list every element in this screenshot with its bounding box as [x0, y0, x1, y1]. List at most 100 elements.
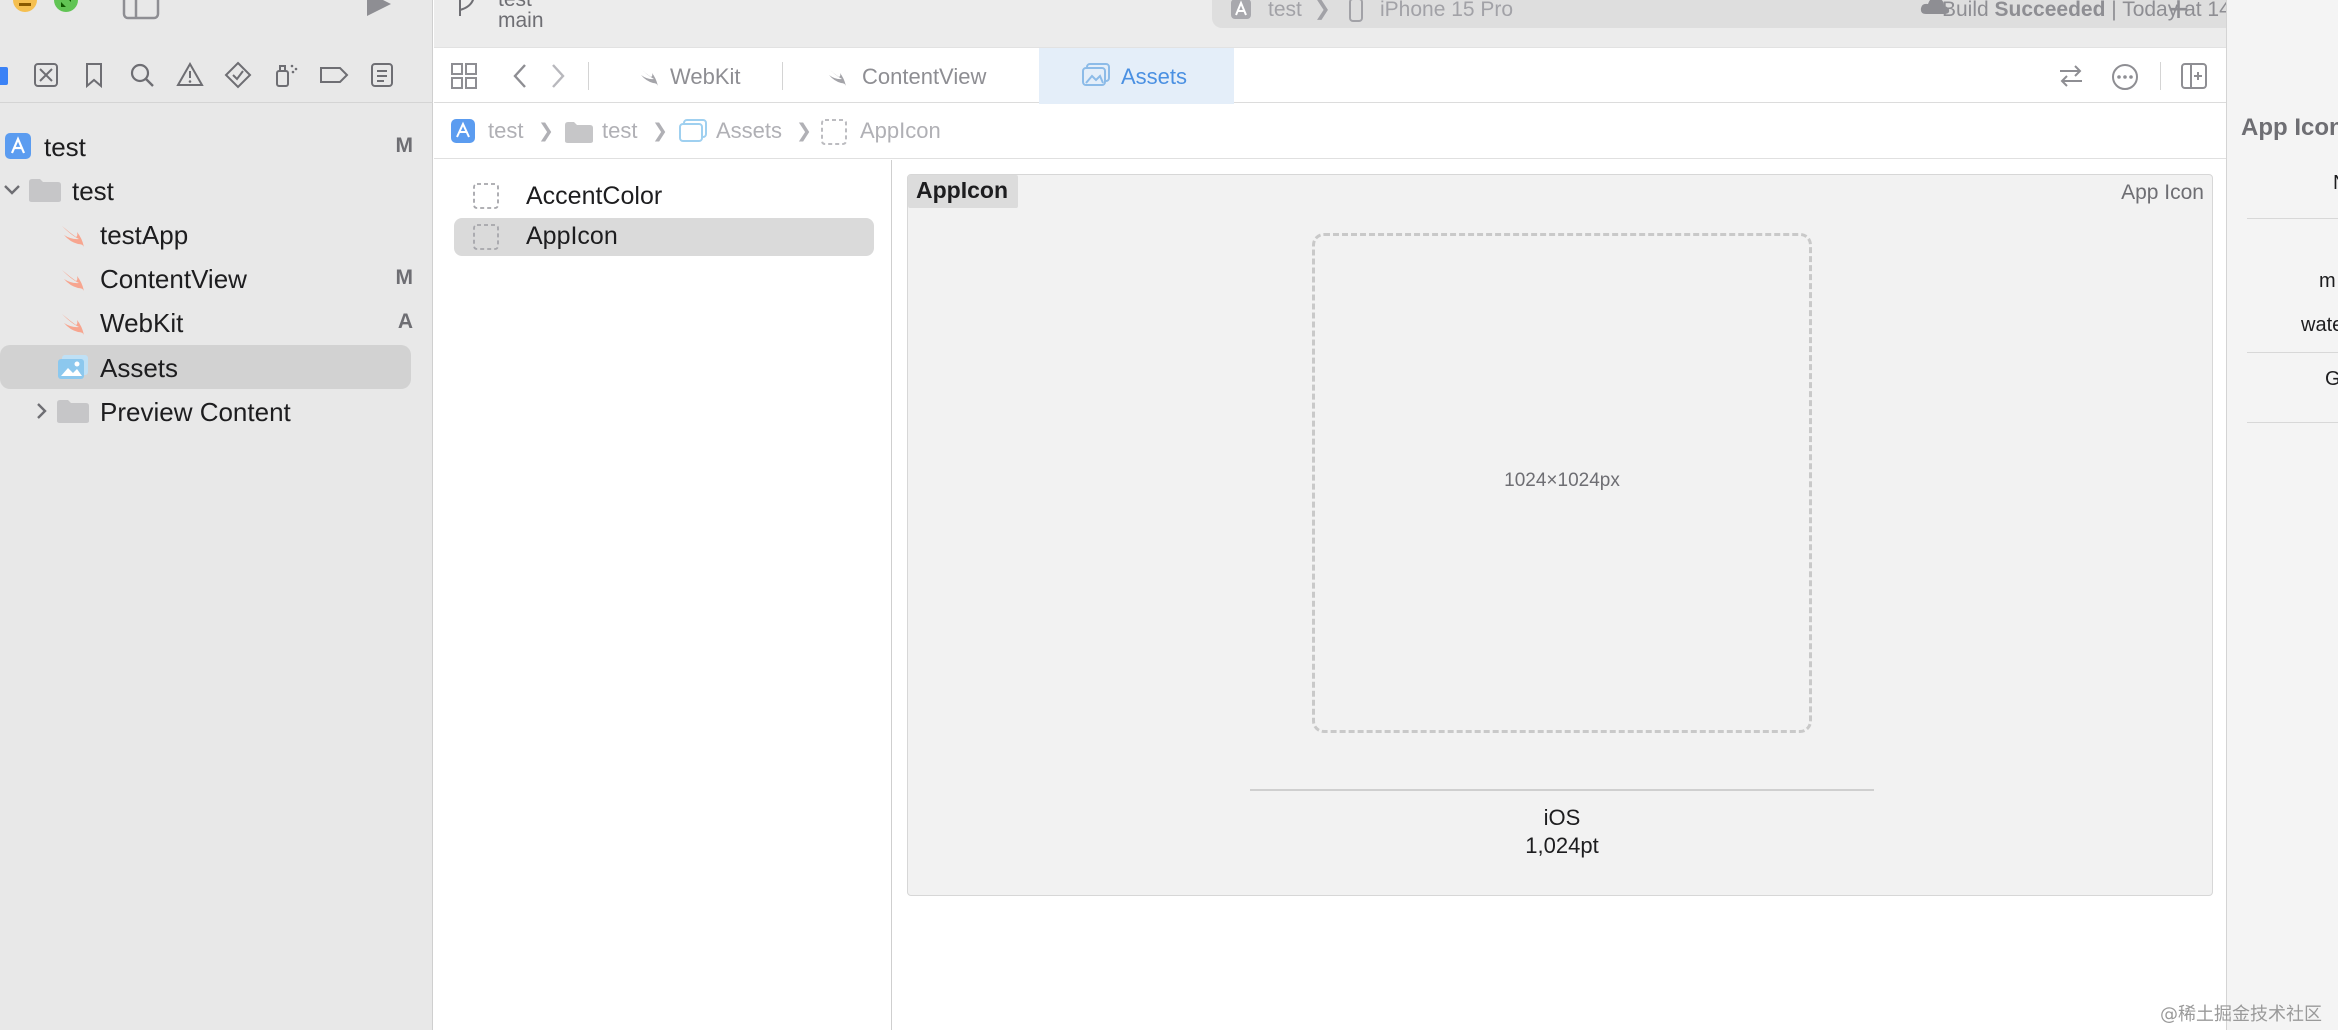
- scheme-target[interactable]: test: [1268, 0, 1302, 22]
- asset-item-label: AppIcon: [526, 222, 618, 250]
- chevron-right-icon: ❯: [652, 121, 668, 142]
- add-button[interactable]: +: [2168, 0, 2189, 30]
- tab-webkit[interactable]: WebKit: [594, 48, 784, 104]
- test-navigator-tab[interactable]: [224, 61, 252, 89]
- folder-icon: [0, 67, 8, 85]
- tree-item-folder-test[interactable]: test: [0, 168, 433, 212]
- tab-assets[interactable]: Assets: [1039, 48, 1234, 104]
- separator: [2160, 62, 2161, 90]
- swift-file-icon: [639, 67, 658, 86]
- breadcrumb: test ❯ test ❯ Assets ❯ AppIcon: [434, 104, 2226, 159]
- project-navigator: test M test testApp ContentView M WebKit…: [0, 0, 433, 1030]
- asset-catalog-icon: [1082, 63, 1110, 86]
- watermark: @稀土掘金技术社区: [2160, 1004, 2322, 1025]
- warning-icon: [176, 61, 204, 86]
- debug-navigator-tab[interactable]: [272, 61, 300, 89]
- bookmark-icon: [86, 63, 102, 89]
- appicon-placeholder-icon: [473, 224, 499, 250]
- icon-drop-slot[interactable]: 1024×1024px: [1312, 233, 1812, 733]
- icon-set-type: App Icon: [2121, 181, 2204, 204]
- grid-icon[interactable]: [450, 62, 478, 90]
- back-arrow-icon[interactable]: [510, 62, 530, 90]
- modified-badge: M: [395, 134, 414, 157]
- color-set-icon: [473, 183, 499, 209]
- tree-item-ContentView[interactable]: ContentView M: [0, 256, 433, 300]
- minimize-window-button[interactable]: [13, 0, 37, 12]
- chevron-down-icon[interactable]: [2, 180, 22, 200]
- separator: [782, 62, 783, 90]
- branch-name[interactable]: main: [498, 9, 544, 33]
- breadcrumb-assets[interactable]: Assets: [716, 118, 782, 144]
- asset-canvas: AppIcon App Icon 1024×1024px iOS 1,024pt: [892, 160, 2226, 1030]
- icon-set-panel[interactable]: AppIcon App Icon 1024×1024px iOS 1,024pt: [907, 174, 2213, 896]
- chevron-right-icon: ❯: [1314, 0, 1331, 20]
- report-navigator-tab[interactable]: [368, 61, 396, 89]
- tree-item-project-test[interactable]: test M: [0, 124, 433, 168]
- breakpoint-navigator-tab[interactable]: [318, 61, 349, 89]
- tree-item-testApp[interactable]: testApp: [0, 212, 433, 256]
- find-navigator-tab[interactable]: [128, 61, 156, 89]
- xcode-project-icon: [5, 133, 31, 159]
- xcode-project-icon: [451, 119, 475, 143]
- breadcrumb-appicon[interactable]: AppIcon: [860, 118, 941, 144]
- tree-item-label: test: [44, 132, 86, 162]
- asset-item-appicon[interactable]: AppIcon: [454, 218, 874, 256]
- separator: [588, 62, 589, 90]
- tree-item-label: ContentView: [100, 264, 247, 294]
- report-icon: [371, 63, 393, 87]
- chevron-right-icon[interactable]: [32, 401, 52, 421]
- chevron-right-icon: ❯: [538, 121, 554, 142]
- point-size-label: 1,024pt: [1525, 833, 1599, 858]
- tree-item-Preview-Content[interactable]: Preview Content: [0, 389, 433, 433]
- play-icon: [367, 0, 391, 16]
- breadcrumb-folder[interactable]: test: [602, 118, 637, 144]
- xcode-project-icon: [1231, 0, 1251, 19]
- platform-label: iOS: [1543, 805, 1581, 830]
- editor-tab-bar: WebKit ContentView Assets: [434, 47, 2226, 104]
- tab-label: WebKit: [670, 64, 741, 89]
- asset-item-accentcolor[interactable]: AccentColor: [454, 178, 874, 216]
- tree-item-label: WebKit: [100, 308, 184, 338]
- build-status: Build Succeeded | Today at 14:28: [1942, 0, 2260, 22]
- more-options-icon[interactable]: [2110, 62, 2140, 92]
- search-icon: [130, 63, 154, 87]
- run-button[interactable]: [364, 0, 394, 22]
- asset-item-label: AccentColor: [526, 182, 663, 210]
- added-badge: A: [397, 310, 413, 333]
- issue-navigator-tab[interactable]: [176, 61, 204, 89]
- tree-item-Assets[interactable]: Assets: [0, 345, 433, 389]
- tab-contentview[interactable]: ContentView: [786, 48, 996, 104]
- spray-can-icon: [276, 64, 298, 87]
- folder-icon: [57, 400, 89, 423]
- attributes-inspector: App Icon N m wate G: [2226, 0, 2338, 1030]
- icon-set-name: AppIcon: [908, 175, 1018, 208]
- breadcrumb-project[interactable]: test: [488, 118, 523, 144]
- swift-file-icon: [62, 314, 84, 335]
- inspector-field-label: m: [2319, 270, 2336, 292]
- slot-size-label: 1024×1024px: [1504, 470, 1620, 491]
- window-toolbar: test main test ❯ iPhone 15 Pro Build Suc…: [434, 0, 2316, 47]
- add-editor-split-icon[interactable]: [2180, 62, 2208, 90]
- tree-item-label: test: [72, 176, 114, 206]
- tab-label: Assets: [1121, 64, 1188, 89]
- activity-status-bar: test ❯ iPhone 15 Pro Build Succeeded | T…: [1212, 0, 2316, 28]
- minimize-icon: [19, 3, 31, 6]
- source-control-navigator-tab[interactable]: [32, 61, 60, 89]
- inspector-field-label: G: [2325, 368, 2338, 391]
- tree-item-WebKit[interactable]: WebKit A: [0, 300, 433, 344]
- slot-divider: [1250, 789, 1874, 791]
- forward-arrow-icon[interactable]: [548, 62, 568, 90]
- zoom-window-button[interactable]: [54, 0, 78, 12]
- asset-catalog-icon: [58, 355, 88, 379]
- navigator-selector-bar: [0, 47, 433, 103]
- project-navigator-tab[interactable]: [0, 61, 22, 89]
- tree-item-label: Assets: [100, 353, 179, 383]
- separator: [2247, 422, 2338, 423]
- run-destination[interactable]: iPhone 15 Pro: [1380, 0, 1513, 22]
- folder-icon: [29, 179, 61, 202]
- bookmark-navigator-tab[interactable]: [80, 61, 108, 89]
- toggle-sidebar-button[interactable]: [122, 0, 160, 22]
- swap-arrows-icon[interactable]: [2056, 62, 2086, 90]
- test-diamond-icon: [224, 61, 252, 89]
- cloud-account-icon[interactable]: [1918, 0, 1954, 22]
